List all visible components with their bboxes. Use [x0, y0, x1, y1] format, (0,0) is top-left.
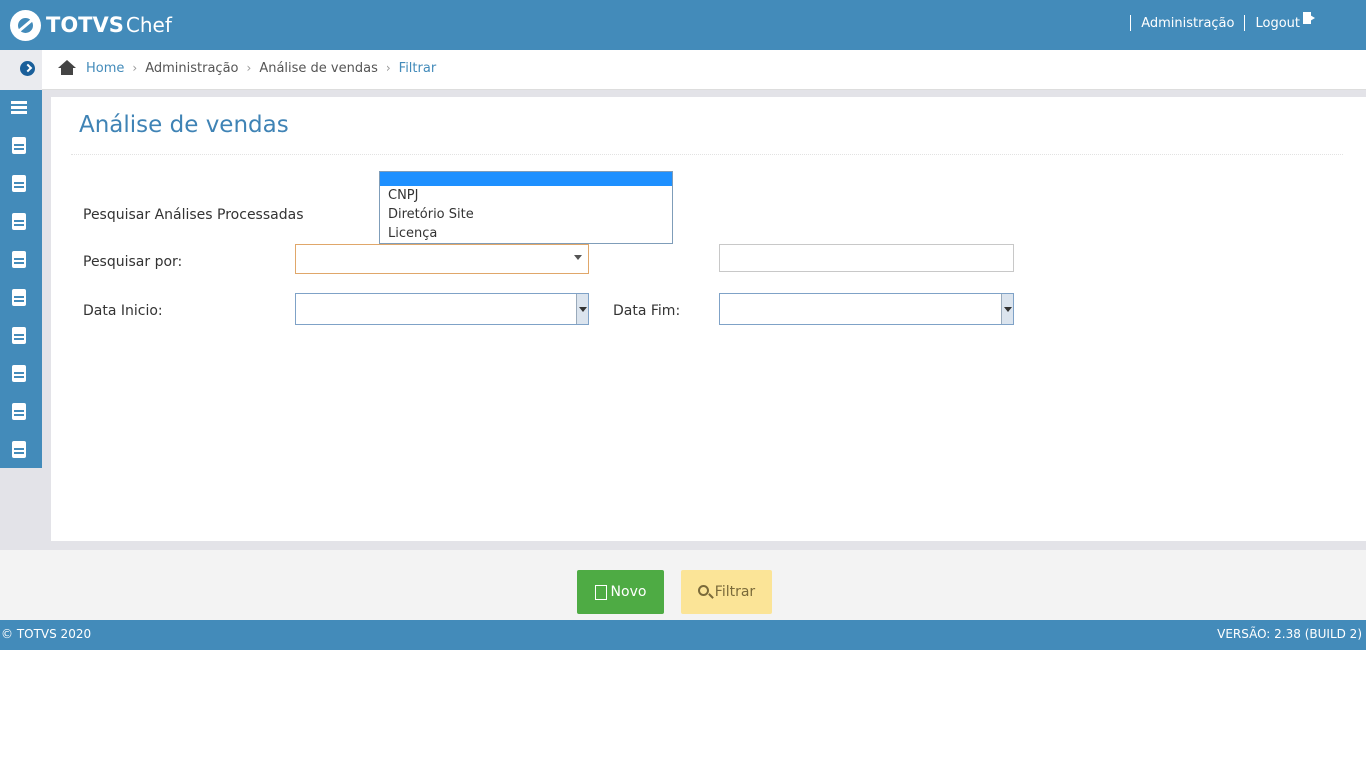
sidebar-item-1-icon[interactable] [12, 137, 26, 154]
totvs-logo-icon [10, 9, 41, 41]
dropdown-option-empty[interactable] [380, 172, 672, 186]
chevron-right-icon: › [132, 61, 138, 75]
start-date-field[interactable] [295, 293, 589, 325]
dropdown-option-licenca[interactable]: Licença [380, 224, 672, 243]
breadcrumb: Home › Administração › Análise de vendas… [58, 60, 436, 76]
breadcrumb-administration[interactable]: Administração [145, 61, 238, 76]
top-header: TOTVS Chef Administração Logout [0, 0, 1366, 50]
document-icon [594, 584, 607, 600]
main-panel: Análise de vendas [51, 97, 1366, 541]
chevron-right-icon: › [246, 61, 252, 75]
chevron-right-circle-icon [20, 61, 35, 76]
version-text: VERSÃO: 2.38 (BUILD 2) [1217, 627, 1362, 641]
divider [1130, 15, 1132, 31]
sidebar-item-4-icon[interactable] [12, 251, 26, 268]
menu-icon[interactable] [11, 101, 27, 114]
logout-label: Logout [1255, 16, 1300, 31]
sidebar-toggle-button[interactable] [0, 50, 42, 90]
footer: © TOTVS 2020 VERSÃO: 2.38 (BUILD 2) [0, 620, 1366, 650]
search-text-input[interactable] [719, 244, 1014, 272]
sidebar-item-5-icon[interactable] [12, 289, 26, 306]
search-by-label: Pesquisar por: [83, 254, 183, 270]
totvs-chef-logo[interactable]: TOTVS Chef [10, 9, 172, 41]
filter-button[interactable]: Filtrar [681, 570, 772, 614]
sidebar [0, 90, 42, 468]
chevron-down-icon [574, 255, 582, 260]
logout-icon [1303, 12, 1315, 24]
new-button[interactable]: Novo [577, 570, 664, 614]
chevron-right-icon: › [385, 61, 391, 75]
dropdown-option-cnpj[interactable]: CNPJ [380, 186, 672, 205]
breadcrumb-home[interactable]: Home [86, 61, 124, 76]
filter-button-label: Filtrar [714, 584, 756, 600]
sidebar-item-3-icon[interactable] [12, 213, 26, 230]
search-by-select[interactable] [295, 244, 589, 274]
divider [1244, 15, 1246, 31]
brand-name: TOTVS [46, 13, 124, 37]
breadcrumb-sales-analysis[interactable]: Análise de vendas [259, 61, 378, 76]
logout-link[interactable]: Logout [1255, 12, 1315, 31]
end-date-field[interactable] [719, 293, 1014, 325]
calendar-dropdown-icon[interactable] [1001, 294, 1013, 324]
search-by-dropdown-list: CNPJ Diretório Site Licença [379, 171, 673, 244]
dropdown-option-diretorio-site[interactable]: Diretório Site [380, 205, 672, 224]
calendar-dropdown-icon[interactable] [576, 294, 588, 324]
administration-link[interactable]: Administração [1141, 16, 1234, 31]
divider [71, 154, 1343, 155]
breadcrumb-bar: Home › Administração › Análise de vendas… [0, 50, 1366, 90]
top-links: Administração Logout [1120, 12, 1315, 31]
search-icon [697, 584, 709, 596]
page-title: Análise de vendas [79, 112, 289, 138]
end-date-label: Data Fim: [613, 303, 681, 319]
brand-sub: Chef [125, 13, 172, 37]
sidebar-item-9-icon[interactable] [12, 441, 26, 458]
breadcrumb-filter: Filtrar [398, 60, 437, 76]
copyright-text: © TOTVS 2020 [1, 627, 92, 641]
sidebar-item-6-icon[interactable] [12, 327, 26, 344]
processed-analyses-label: Pesquisar Análises Processadas [83, 207, 304, 223]
start-date-label: Data Inicio: [83, 303, 163, 319]
sidebar-item-7-icon[interactable] [12, 365, 26, 382]
sidebar-item-8-icon[interactable] [12, 403, 26, 420]
new-button-label: Novo [610, 584, 647, 600]
sidebar-item-2-icon[interactable] [12, 175, 26, 192]
home-icon[interactable] [58, 60, 76, 76]
action-bar: Novo Filtrar [0, 550, 1366, 620]
